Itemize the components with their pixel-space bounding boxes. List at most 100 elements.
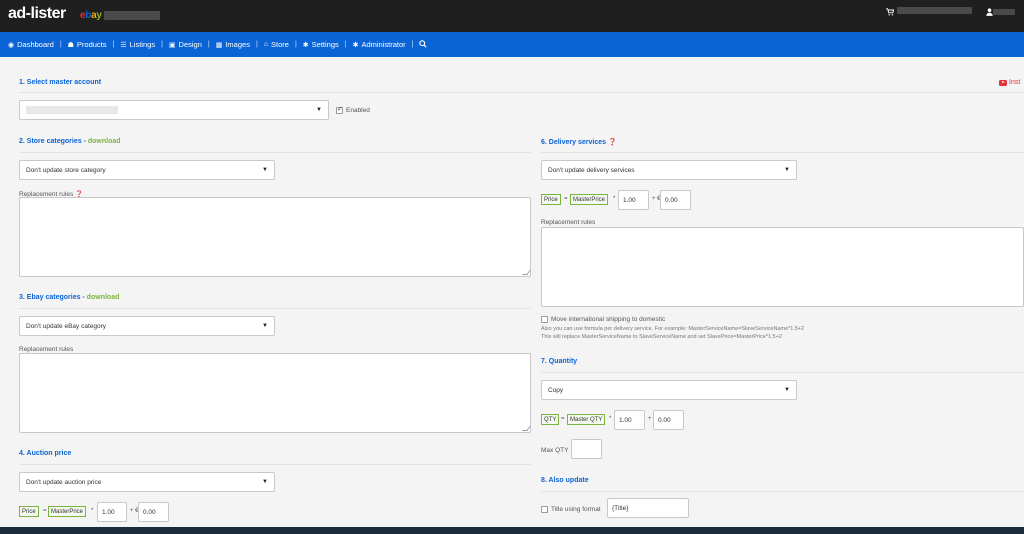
chevron-down-icon: ▼: [784, 167, 790, 173]
section-divider: [541, 372, 1024, 373]
store-name-redacted: [897, 7, 972, 14]
nav-products[interactable]: ☗ Products: [68, 40, 107, 49]
resize-handle[interactable]: [522, 270, 531, 275]
delivery-replacement-rules-label: Replacement rules: [541, 219, 596, 226]
chevron-down-icon: ▼: [262, 167, 268, 173]
equals-sign: =: [564, 196, 568, 202]
nav-administrator[interactable]: ✱ Administrator: [353, 40, 406, 49]
move-intl-shipping-checkbox[interactable]: [541, 316, 548, 323]
qty-chip: QTY: [541, 414, 560, 425]
title-format-input[interactable]: {Title}: [607, 498, 689, 518]
nav-store[interactable]: ⌂ Store: [264, 40, 289, 49]
store-icon: ⌂: [263, 41, 269, 48]
master-qty-chip: Master QTY: [567, 414, 606, 425]
max-qty-label: Max QTY: [541, 447, 569, 454]
nav-separator: |: [344, 41, 347, 48]
section-also-update-title: 8. Also update: [541, 477, 589, 484]
gear-icon: ✱: [302, 41, 309, 49]
ebay-replacement-rules-label: Replacement rules: [19, 346, 74, 353]
nav-images[interactable]: ▦ Images: [216, 40, 250, 49]
section-quantity-title: 7. Quantity: [541, 358, 578, 365]
products-icon: ☗: [67, 41, 74, 49]
nav-settings[interactable]: ✱ Settings: [303, 40, 339, 49]
main-nav: ◉ Dashboard | ☗ Products | ☰ Listings | ▣ De…: [0, 32, 1024, 57]
adlister-logo[interactable]: ad-lister: [8, 5, 66, 23]
cart-icon[interactable]: [886, 8, 895, 18]
multiply-sign: *: [609, 416, 612, 422]
section-master-account-title: 1. Select master account: [19, 79, 102, 86]
plus-sign: +: [648, 416, 652, 422]
master-account-select[interactable]: ▼: [19, 100, 329, 120]
instructions-link[interactable]: Inst: [999, 79, 1020, 86]
design-icon: ▣: [168, 41, 176, 49]
auction-price-multiplier-input[interactable]: 1.00: [97, 502, 127, 522]
nav-design[interactable]: ▣ Design: [169, 40, 202, 49]
chevron-down-icon: ▼: [316, 107, 322, 113]
delivery-add-input[interactable]: 0.00: [660, 190, 691, 210]
chevron-down-icon: ▼: [784, 387, 790, 393]
enabled-label: Enabled: [346, 107, 370, 114]
delivery-replacement-rules-textarea[interactable]: [541, 227, 1024, 307]
chevron-down-icon: ▼: [262, 323, 268, 329]
ebay-logo: ebay: [80, 10, 102, 21]
move-intl-shipping-label: Move international shipping to domestic: [551, 316, 666, 323]
listings-icon: ☰: [120, 41, 127, 49]
price-chip: Price: [19, 506, 39, 517]
store-category-select[interactable]: Don't update store category ▼: [19, 160, 275, 180]
store-categories-download-link[interactable]: download: [88, 138, 121, 145]
store-replacement-rules-textarea[interactable]: [19, 197, 531, 277]
title-format-checkbox[interactable]: [541, 506, 548, 513]
section-divider: [19, 92, 1024, 93]
delivery-services-select[interactable]: Don't update delivery services ▼: [541, 160, 797, 180]
section-divider: [541, 152, 1024, 153]
help-icon[interactable]: ❓: [608, 139, 617, 146]
nav-separator: |: [294, 41, 297, 48]
account-name-redacted: [104, 11, 160, 20]
nav-separator: |: [207, 41, 210, 48]
master-price-chip: MasterPrice: [570, 194, 609, 205]
delivery-multiplier-input[interactable]: 1.00: [618, 190, 649, 210]
quantity-select[interactable]: Copy ▼: [541, 380, 797, 400]
youtube-icon: [999, 79, 1007, 86]
section-store-categories-title: 2. Store categories - download: [19, 138, 121, 145]
images-icon: ▦: [215, 41, 223, 49]
ebay-replacement-rules-textarea[interactable]: [19, 353, 531, 433]
price-chip: Price: [541, 194, 561, 205]
section-divider: [19, 308, 531, 309]
nav-search[interactable]: [419, 39, 428, 50]
auction-price-select[interactable]: Don't update auction price ▼: [19, 472, 275, 492]
delivery-formula-note-2: This will replace MasterServiceName to S…: [541, 334, 782, 340]
section-divider: [19, 464, 531, 465]
section-divider: [19, 152, 531, 153]
section-divider: [541, 491, 1024, 492]
nav-separator: |: [112, 41, 115, 48]
master-account-redacted: [26, 106, 118, 114]
multiply-sign: *: [613, 196, 616, 202]
ebay-category-select[interactable]: Don't update eBay category ▼: [19, 316, 275, 336]
equals-sign: =: [43, 508, 47, 514]
search-icon: [419, 39, 428, 50]
ebay-categories-download-link[interactable]: download: [87, 294, 120, 301]
enabled-checkbox[interactable]: [336, 105, 343, 114]
max-qty-input[interactable]: [571, 439, 602, 459]
quantity-add-input[interactable]: 0.00: [653, 410, 684, 430]
top-bar: ad-lister ebay: [0, 0, 1024, 32]
nav-separator: |: [59, 41, 62, 48]
nav-separator: |: [161, 41, 163, 48]
title-format-label: Title using format: [551, 506, 601, 513]
section-ebay-categories-title: 3. Ebay categories - download: [19, 294, 120, 301]
resize-handle[interactable]: [522, 426, 531, 431]
nav-listings[interactable]: ☰ Listings: [120, 40, 155, 49]
auction-price-add-input[interactable]: 0.00: [138, 502, 169, 522]
chevron-down-icon: ▼: [262, 479, 268, 485]
administrator-icon: ✱: [352, 41, 359, 49]
equals-sign: =: [561, 416, 565, 422]
user-icon[interactable]: [986, 8, 993, 18]
section-auction-price-title: 4. Auction price: [19, 450, 72, 457]
delivery-formula-note: Also you can use formula per delivery se…: [541, 326, 805, 332]
quantity-multiplier-input[interactable]: 1.00: [614, 410, 645, 430]
multiply-sign: *: [91, 508, 94, 514]
master-price-chip: MasterPrice: [48, 506, 87, 517]
section-delivery-title: 6. Delivery services ❓: [541, 139, 617, 146]
nav-dashboard[interactable]: ◉ Dashboard: [8, 40, 54, 49]
